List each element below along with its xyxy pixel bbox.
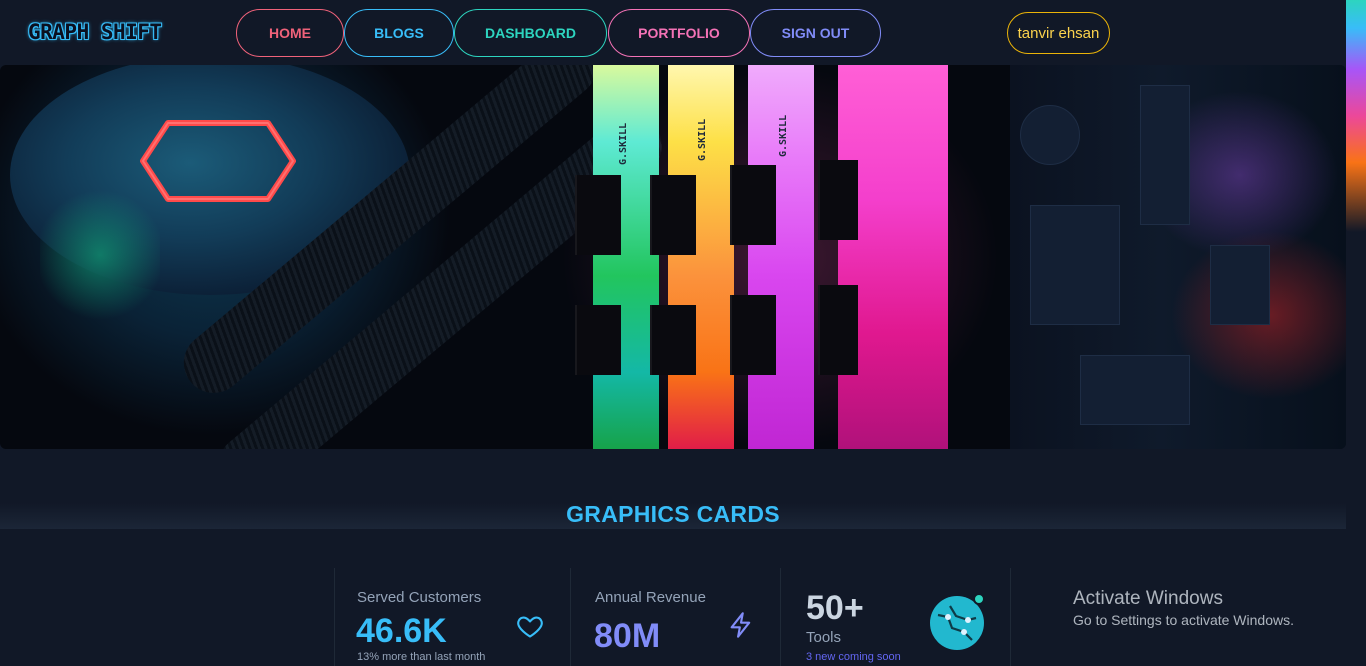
stat-divider <box>570 568 571 666</box>
board-chip <box>1030 205 1120 325</box>
activate-windows-subtitle: Go to Settings to activate Windows. <box>1073 612 1294 628</box>
stat-value: 80M <box>594 617 661 655</box>
motherboard-graphic <box>1010 65 1346 449</box>
stat-divider <box>780 568 781 666</box>
ram-brand-label: G.SKILL <box>618 122 629 165</box>
heatsink-fin <box>575 175 621 255</box>
section-title: GRAPHICS CARDS <box>566 501 780 527</box>
heatsink-fin <box>730 165 776 245</box>
hero-image: G.SKILL G.SKILL G.SKILL <box>0 65 1346 449</box>
board-chip <box>1210 245 1270 325</box>
nav-home-button[interactable]: HOME <box>236 9 344 57</box>
stat-divider <box>334 568 335 666</box>
page-scrollbar[interactable] <box>1346 0 1366 666</box>
activate-windows-title: Activate Windows <box>1073 588 1223 609</box>
nav-dashboard-button[interactable]: DASHBOARD <box>454 9 607 57</box>
stat-title: Tools <box>806 629 842 646</box>
stat-description: 3 new coming soon <box>806 651 901 663</box>
heart-icon <box>517 616 543 638</box>
heatsink-fin <box>818 285 858 375</box>
stat-value: 46.6K <box>356 612 447 650</box>
user-name-badge[interactable]: tanvir ehsan <box>1007 12 1110 54</box>
board-chip <box>1080 355 1190 425</box>
heatsink-fin <box>650 305 696 375</box>
board-chip <box>1140 85 1190 225</box>
ram-brand-label: G.SKILL <box>778 114 789 157</box>
stat-description: 13% more than last month <box>357 651 486 663</box>
nav-sign-out-button[interactable]: SIGN OUT <box>750 9 881 57</box>
nav-blogs-button[interactable]: BLOGS <box>344 9 454 57</box>
site-logo[interactable]: GRAPH SHIFT <box>28 20 162 44</box>
scrollbar-thumb[interactable] <box>1346 0 1366 232</box>
avatar <box>930 593 985 650</box>
ram-stick-pink <box>838 65 948 449</box>
stat-title: Annual Revenue <box>595 589 706 606</box>
stat-value: 50+ <box>806 589 864 627</box>
heatsink-fin <box>818 160 858 240</box>
stat-divider <box>1010 568 1011 666</box>
stat-title: Served Customers <box>357 589 482 606</box>
capacitor <box>1020 105 1080 165</box>
navbar: GRAPH SHIFT HOME BLOGS DASHBOARD PORTFOL… <box>0 0 1366 65</box>
heatsink-fin <box>575 305 621 375</box>
hexagon-light-icon <box>140 120 296 202</box>
heatsink-fin <box>650 175 696 255</box>
ram-brand-label: G.SKILL <box>697 118 708 161</box>
bolt-icon <box>730 612 751 638</box>
nav-portfolio-button[interactable]: PORTFOLIO <box>608 9 750 57</box>
heatsink-fin <box>730 295 776 375</box>
